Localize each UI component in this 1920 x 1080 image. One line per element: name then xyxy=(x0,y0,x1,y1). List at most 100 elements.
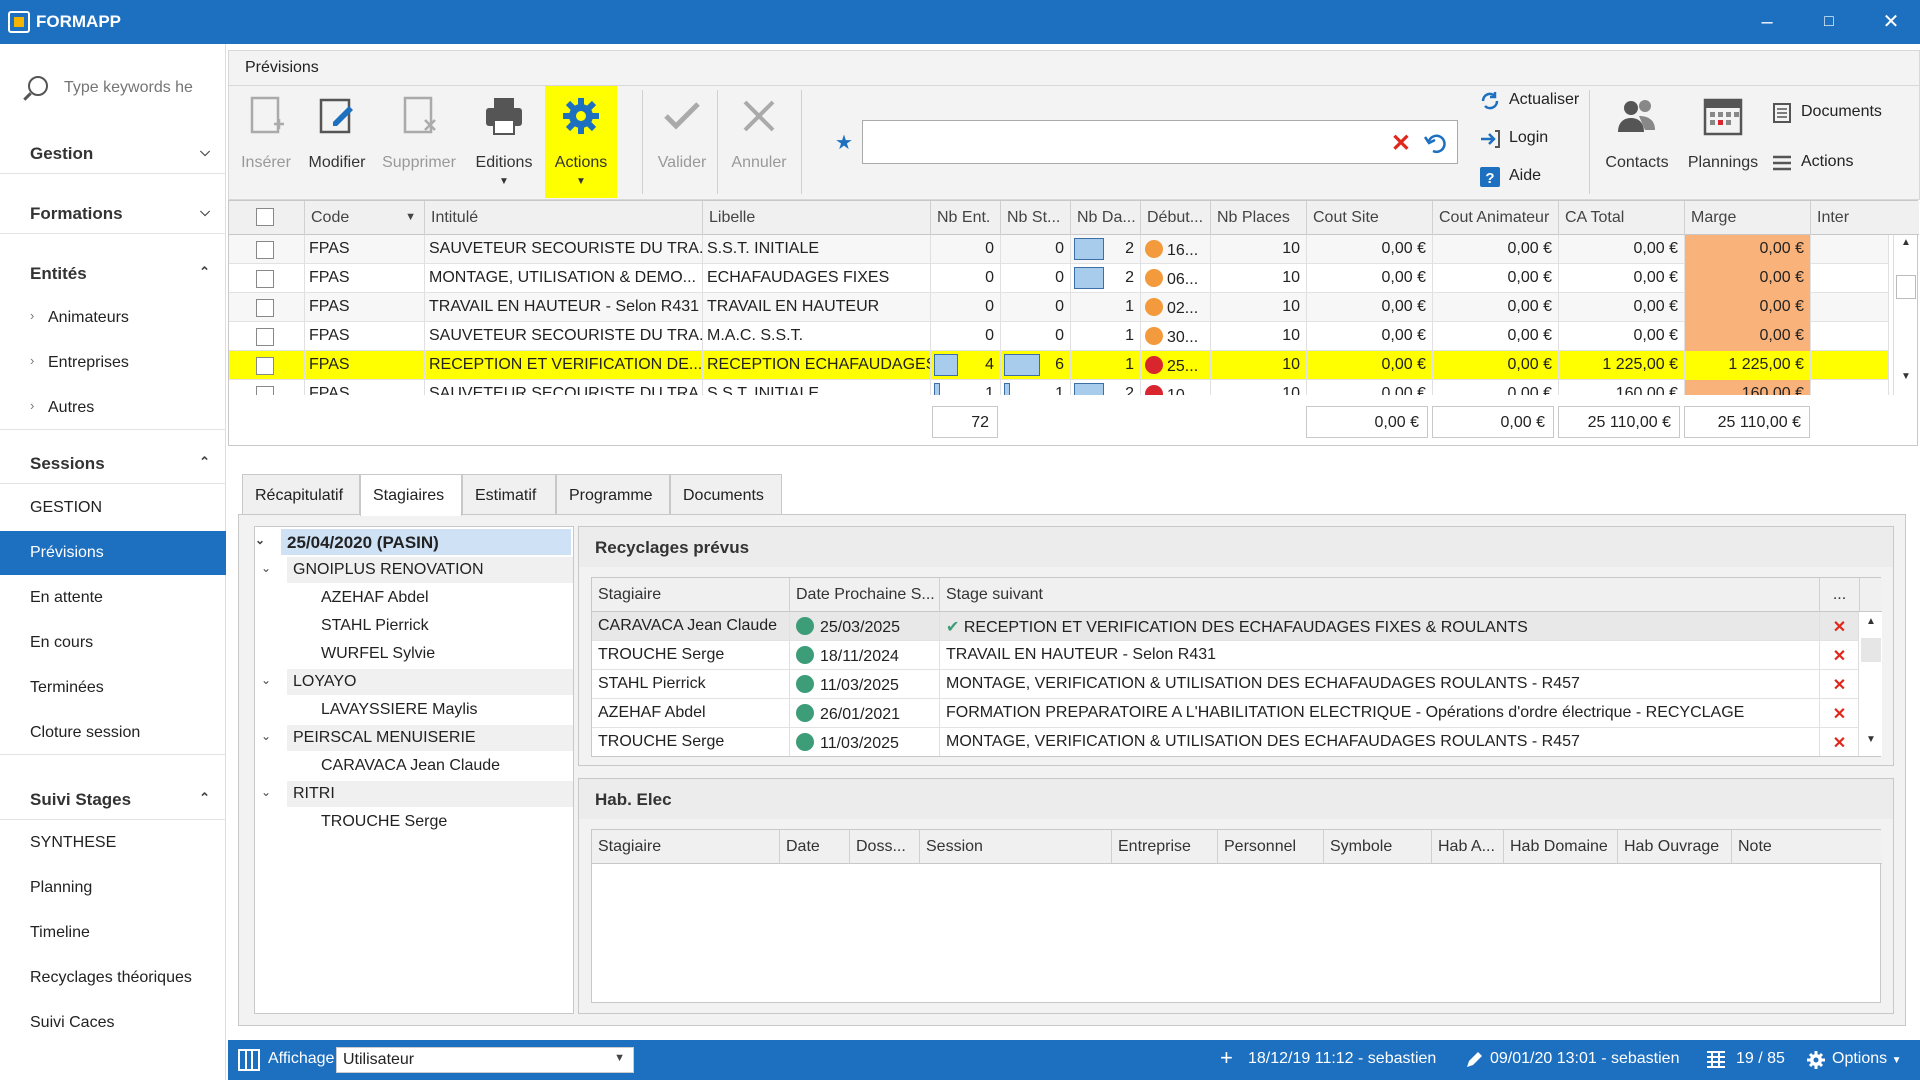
documents-button[interactable]: Documents xyxy=(1771,100,1911,126)
col-debut[interactable]: Début... xyxy=(1141,201,1211,235)
plannings-button[interactable]: Plannings xyxy=(1681,86,1765,198)
tab-programme[interactable]: Programme xyxy=(556,474,670,514)
table-row[interactable]: FPAS MONTAGE, UTILISATION & DEMO... ECHAFA… xyxy=(229,264,1889,293)
table-row[interactable]: TROUCHE Serge 11/03/2025 MONTAGE, VERIFICA… xyxy=(592,728,1860,756)
columns-icon[interactable] xyxy=(238,1049,260,1071)
modify-button[interactable]: Modifier xyxy=(303,86,371,198)
col-inter[interactable]: Inter xyxy=(1811,201,1919,235)
maximize-button[interactable]: □ xyxy=(1814,8,1844,36)
sidebar-item-recyclages-theoriques[interactable]: Recyclages théoriques xyxy=(0,956,226,1000)
row-checkbox[interactable] xyxy=(256,299,274,317)
sidebar-group-formations[interactable]: Formations ⌵ xyxy=(0,192,226,234)
sidebar-item-suivi-caces[interactable]: Suivi Caces xyxy=(0,1001,226,1045)
table-row[interactable]: STAHL Pierrick 11/03/2025 MONTAGE, VERIFIC… xyxy=(592,670,1860,699)
editions-button[interactable]: Editions ▼ xyxy=(469,86,539,198)
row-checkbox[interactable] xyxy=(256,328,274,346)
tree-leaf-stagiaire[interactable]: CARAVACA Jean Claude xyxy=(315,753,565,779)
delete-row-button[interactable]: ✕ xyxy=(1820,699,1860,728)
tree-node-entreprise[interactable]: ⌄ LOYAYO xyxy=(261,669,573,695)
col-nb-st[interactable]: Nb St... xyxy=(1001,201,1071,235)
undo-icon[interactable] xyxy=(1423,131,1449,155)
favorite-star-icon[interactable]: ★ xyxy=(835,130,853,155)
gear-icon[interactable] xyxy=(1806,1050,1826,1070)
ribbon-search-input[interactable]: ✕ xyxy=(862,120,1458,164)
table-row[interactable]: FPAS SAUVETEUR SECOURISTE DU TRA... M.A.C.… xyxy=(229,322,1889,351)
sidebar-item-entreprises[interactable]: › Entreprises xyxy=(0,341,226,385)
table-row[interactable]: CARAVACA Jean Claude 25/03/2025 ✔ RECEPTIO… xyxy=(592,612,1860,641)
sidebar-group-suivi-stages[interactable]: Suivi Stages ⌃ xyxy=(0,778,226,820)
expand-chevron-icon[interactable]: ⌄ xyxy=(261,673,271,687)
table-row[interactable]: FPAS SAUVETEUR SECOURISTE DU TRA... S.S.T.… xyxy=(229,235,1889,264)
col-stagiaire[interactable]: Stagiaire xyxy=(592,578,790,612)
scroll-down-icon[interactable]: ▼ xyxy=(1859,734,1883,754)
sidebar-group-entites[interactable]: Entités ⌃ xyxy=(0,252,226,294)
expand-chevron-icon[interactable]: ⌄ xyxy=(261,561,271,575)
actions-button[interactable]: Actions ▼ xyxy=(545,86,617,198)
sidebar-item-en-cours[interactable]: En cours xyxy=(0,621,226,665)
validate-button[interactable]: Valider xyxy=(647,86,717,198)
scroll-thumb[interactable] xyxy=(1861,638,1881,662)
tree-leaf-stagiaire[interactable]: STAHL Pierrick xyxy=(315,613,565,639)
tree-leaf-stagiaire[interactable]: LAVAYSSIERE Maylis xyxy=(315,697,565,723)
sidebar-group-sessions[interactable]: Sessions ⌃ xyxy=(0,442,226,484)
col-hab-domaine[interactable]: Hab Domaine xyxy=(1504,830,1618,864)
col-hab-a[interactable]: Hab A... xyxy=(1432,830,1504,864)
tree-node-session[interactable]: ⌄ 25/04/2020 (PASIN) xyxy=(255,529,571,555)
col-cout-site[interactable]: Cout Site xyxy=(1307,201,1433,235)
tree-leaf-stagiaire[interactable]: WURFEL Sylvie xyxy=(315,641,565,667)
actions-list-button[interactable]: Actions xyxy=(1771,150,1911,176)
tree-leaf-stagiaire[interactable]: AZEHAF Abdel xyxy=(315,585,565,611)
col-stage-suivant[interactable]: Stage suivant xyxy=(940,578,1820,612)
col-marge[interactable]: Marge xyxy=(1685,201,1811,235)
row-checkbox[interactable] xyxy=(256,241,274,259)
expand-chevron-icon[interactable]: ⌄ xyxy=(255,533,265,547)
tab-recapitulatif[interactable]: Récapitulatif xyxy=(242,474,360,514)
delete-row-button[interactable]: ✕ xyxy=(1820,612,1860,641)
col-dossier[interactable]: Doss... xyxy=(850,830,920,864)
login-button[interactable]: Login xyxy=(1479,126,1599,152)
close-button[interactable]: ✕ xyxy=(1876,8,1906,36)
insert-button[interactable]: Insérer xyxy=(233,86,299,198)
delete-row-button[interactable]: ✕ xyxy=(1820,641,1860,670)
sidebar-item-previsions[interactable]: Prévisions xyxy=(0,531,226,575)
col-hab-ouvrage[interactable]: Hab Ouvrage xyxy=(1618,830,1732,864)
sidebar-item-autres[interactable]: › Autres xyxy=(0,386,226,430)
tab-estimatif[interactable]: Estimatif xyxy=(462,474,556,514)
clear-icon[interactable]: ✕ xyxy=(1391,129,1411,158)
row-checkbox[interactable] xyxy=(256,386,274,395)
tree-leaf-stagiaire[interactable]: TROUCHE Serge xyxy=(315,809,565,835)
table-row[interactable]: FPAS TRAVAIL EN HAUTEUR - Selon R431 TRAVA… xyxy=(229,293,1889,322)
select-all-checkbox[interactable] xyxy=(256,208,274,226)
sidebar-item-timeline[interactable]: Timeline xyxy=(0,911,226,955)
expand-chevron-icon[interactable]: ⌄ xyxy=(261,785,271,799)
sidebar-item-en-attente[interactable]: En attente xyxy=(0,576,226,620)
table-row[interactable]: FPAS SAUVETEUR SECOURISTE DU TRA... S.S.T.… xyxy=(229,380,1889,395)
sidebar-item-terminees[interactable]: Terminées xyxy=(0,666,226,710)
sidebar-item-gestion[interactable]: GESTION xyxy=(0,486,226,530)
tab-documents[interactable]: Documents xyxy=(670,474,782,514)
scroll-up-icon[interactable]: ▲ xyxy=(1859,616,1883,636)
sidebar-item-synthese[interactable]: SYNTHESE xyxy=(0,821,226,865)
table-row[interactable]: FPAS RECEPTION ET VERIFICATION DE... RECEP… xyxy=(229,351,1889,380)
sidebar-group-gestion[interactable]: Gestion ⌵ xyxy=(0,132,226,174)
delete-button[interactable]: Supprimer xyxy=(375,86,463,198)
sidebar-item-animateurs[interactable]: › Animateurs xyxy=(0,296,226,340)
col-date[interactable]: Date xyxy=(780,830,850,864)
col-libelle[interactable]: Libelle xyxy=(703,201,931,235)
row-checkbox[interactable] xyxy=(256,270,274,288)
recyclages-scrollbar[interactable]: ▲ ▼ xyxy=(1858,612,1882,756)
table-row[interactable]: TROUCHE Serge 18/11/2024 TRAVAIL EN HAUTEU… xyxy=(592,641,1860,670)
col-nb-da[interactable]: Nb Da... xyxy=(1071,201,1141,235)
cancel-button[interactable]: Annuler xyxy=(721,86,797,198)
col-cout-animateur[interactable]: Cout Animateur xyxy=(1433,201,1559,235)
tab-stagiaires[interactable]: Stagiaires xyxy=(360,474,462,516)
affichage-select[interactable]: Utilisateur ▼ xyxy=(336,1047,634,1073)
table-row[interactable]: AZEHAF Abdel 26/01/2021 FORMATION PREPARAT… xyxy=(592,699,1860,728)
col-note[interactable]: Note xyxy=(1732,830,1882,864)
delete-row-button[interactable]: ✕ xyxy=(1820,728,1860,756)
col-more[interactable]: ... xyxy=(1820,578,1860,612)
col-nb-places[interactable]: Nb Places xyxy=(1211,201,1307,235)
col-symbole[interactable]: Symbole xyxy=(1324,830,1432,864)
row-checkbox[interactable] xyxy=(256,357,274,375)
sidebar-item-planning[interactable]: Planning xyxy=(0,866,226,910)
